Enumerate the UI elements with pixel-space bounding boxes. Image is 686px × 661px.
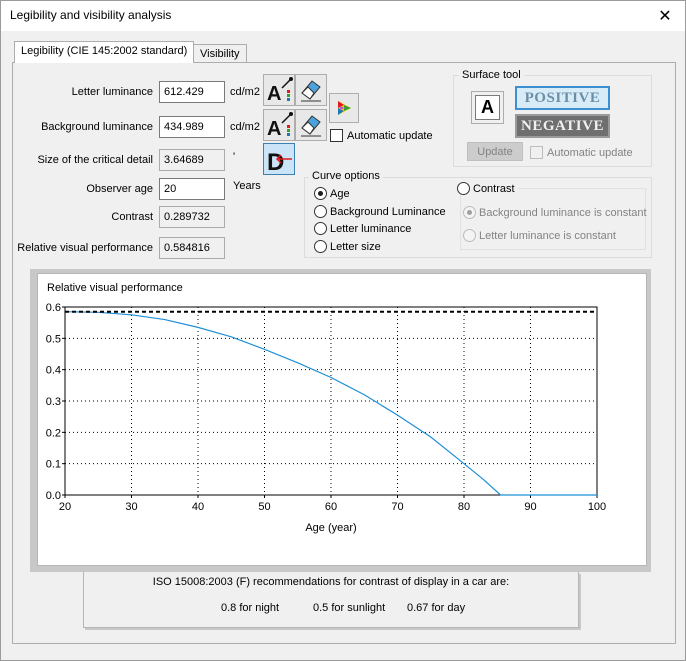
observer-age-unit: Years: [233, 180, 261, 192]
window-title: Legibility and visibility analysis: [10, 8, 172, 22]
rvp-chart: Relative visual performance 20 30 40 50 60 70 8…: [46, 282, 606, 534]
x-tick-label: 60: [325, 501, 337, 513]
radio-dot[interactable]: [463, 206, 476, 219]
automatic-update-label: Automatic update: [347, 129, 433, 142]
radio-dot[interactable]: [314, 187, 327, 200]
rvp-value: 0.584816: [159, 237, 225, 259]
iso-night: 0.8 for night: [221, 602, 280, 614]
svg-text:A: A: [267, 118, 281, 139]
y-tick-label: 0.0: [46, 490, 61, 502]
x-tick-label: 100: [588, 501, 606, 513]
surface-auto-update-checkbox[interactable]: Automatic update: [530, 146, 633, 159]
radio-age-label: Age: [330, 187, 350, 200]
background-luminance-input[interactable]: 434.989: [159, 116, 225, 138]
negative-button[interactable]: NEGATIVE: [515, 114, 610, 138]
letter-luminance-label: Letter luminance: [71, 86, 153, 98]
y-tick-label: 0.3: [46, 396, 61, 408]
radio-letter-constant-label: Letter luminance is constant: [479, 229, 616, 242]
radio-contrast-label: Contrast: [473, 182, 515, 195]
positive-button[interactable]: POSITIVE: [515, 86, 610, 110]
radio-letter-size[interactable]: Letter size: [314, 240, 381, 253]
background-luminance-label: Background luminance: [41, 121, 153, 133]
background-color-picker-icon[interactable]: A: [263, 109, 295, 141]
letter-eraser-icon[interactable]: [295, 74, 327, 106]
critical-detail-label: Size of the critical detail: [37, 154, 153, 166]
chart-title: Relative visual performance: [47, 282, 183, 294]
radio-letter-constant[interactable]: Letter luminance is constant: [463, 229, 616, 242]
radio-dot[interactable]: [457, 182, 470, 195]
color-wheel-icon[interactable]: [329, 93, 359, 123]
x-axis-label: Age (year): [305, 522, 356, 534]
letter-a-swatch: A: [475, 95, 500, 120]
svg-text:D: D: [267, 149, 284, 173]
critical-detail-value: 3.64689: [159, 149, 225, 171]
contrast-label: Contrast: [111, 211, 153, 223]
critical-detail-size-icon[interactable]: D: [263, 143, 295, 175]
x-tick-label: 30: [125, 501, 137, 513]
radio-dot[interactable]: [314, 222, 327, 235]
rvp-label: Relative visual performance: [17, 242, 153, 254]
checkbox-box[interactable]: [530, 146, 543, 159]
background-eraser-icon[interactable]: [295, 109, 327, 141]
curve-options-title: Curve options: [309, 170, 383, 182]
radio-background-constant[interactable]: Background luminance is constant: [463, 206, 647, 219]
tab-visibility[interactable]: Visibility: [193, 44, 247, 64]
surface-auto-update-label: Automatic update: [547, 146, 633, 159]
close-icon[interactable]: ✕: [645, 1, 685, 31]
dialog-window: Legibility and visibility analysis ✕ Leg…: [0, 0, 686, 661]
update-button[interactable]: Update: [467, 142, 523, 161]
radio-letter-size-label: Letter size: [330, 240, 381, 253]
radio-background-luminance-label: Background Luminance: [330, 205, 446, 218]
y-tick-label: 0.1: [46, 459, 61, 471]
svg-text:A: A: [267, 83, 281, 104]
chart-panel: Relative visual performance 20 30 40 50 60 70 8…: [37, 273, 647, 566]
y-tick-label: 0.2: [46, 427, 61, 439]
radio-dot[interactable]: [314, 205, 327, 218]
letter-luminance-unit: cd/m2: [230, 86, 260, 98]
surface-tool-title: Surface tool: [459, 69, 524, 81]
letter-color-picker-icon[interactable]: A: [263, 74, 295, 106]
iso-recommendation-box: ISO 15008:2003 (F) recommendations for c…: [83, 572, 579, 628]
radio-dot[interactable]: [314, 240, 327, 253]
radio-letter-luminance-label: Letter luminance: [330, 222, 412, 235]
x-tick-label: 40: [192, 501, 204, 513]
letter-a-icon[interactable]: A: [471, 91, 504, 124]
radio-background-constant-label: Background luminance is constant: [479, 206, 647, 219]
y-tick-label: 0.4: [46, 365, 61, 377]
iso-day: 0.67 for day: [407, 602, 466, 614]
radio-contrast[interactable]: Contrast: [457, 182, 518, 195]
x-tick-label: 70: [391, 501, 403, 513]
radio-age[interactable]: Age: [314, 187, 350, 200]
automatic-update-checkbox[interactable]: Automatic update: [330, 129, 433, 142]
iso-sunlight: 0.5 for sunlight: [313, 602, 386, 614]
tab-legibility[interactable]: Legibility (CIE 145:2002 standard): [14, 41, 195, 63]
x-tick-label: 20: [59, 501, 71, 513]
radio-dot[interactable]: [463, 229, 476, 242]
x-tick-label: 50: [258, 501, 270, 513]
observer-age-label: Observer age: [86, 183, 153, 195]
y-tick-label: 0.5: [46, 333, 61, 345]
x-tick-label: 80: [458, 501, 470, 513]
checkbox-box[interactable]: [330, 129, 343, 142]
observer-age-input[interactable]: 20: [159, 178, 225, 200]
title-bar: Legibility and visibility analysis ✕: [1, 1, 685, 31]
contrast-value: 0.289732: [159, 206, 225, 228]
critical-detail-unit: ': [233, 151, 236, 163]
background-luminance-unit: cd/m2: [230, 121, 260, 133]
letter-luminance-input[interactable]: 612.429: [159, 81, 225, 103]
radio-letter-luminance[interactable]: Letter luminance: [314, 222, 411, 235]
radio-background-luminance[interactable]: Background Luminance: [314, 205, 446, 218]
iso-title: ISO 15008:2003 (F) recommendations for c…: [152, 576, 510, 588]
x-tick-label: 90: [524, 501, 536, 513]
y-tick-label: 0.6: [46, 302, 61, 314]
